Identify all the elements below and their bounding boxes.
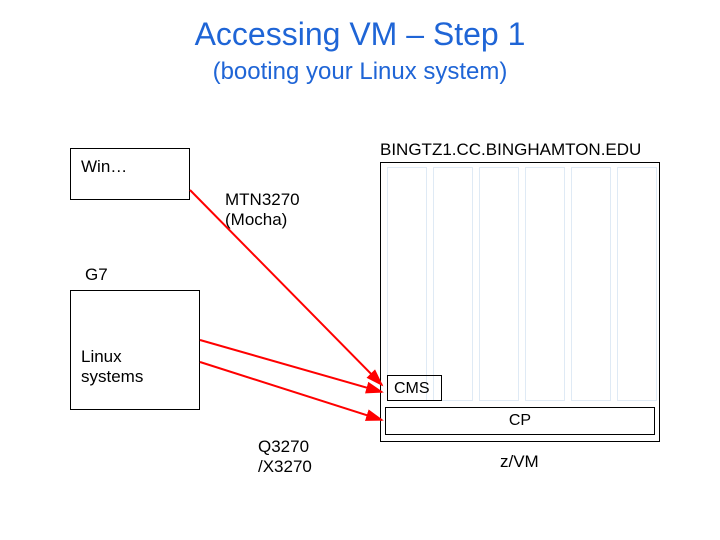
zvm-column [479, 167, 519, 401]
box-windows: Win… [70, 148, 190, 200]
zvm-column [433, 167, 473, 401]
box-linux-systems: Linux systems [70, 290, 200, 410]
bar-cp: CP [385, 407, 655, 435]
box-cms: CMS [387, 375, 442, 401]
arrow-linux-to-cms [200, 340, 382, 392]
slide-subtitle: (booting your Linux system) [0, 58, 720, 86]
bar-cp-label: CP [509, 412, 531, 429]
label-mtn3270: MTN3270 (Mocha) [225, 190, 300, 231]
zvm-column [525, 167, 565, 401]
box-cms-label: CMS [394, 380, 430, 397]
box-windows-label: Win… [81, 157, 127, 176]
label-host: BINGTZ1.CC.BINGHAMTON.EDU [380, 140, 641, 160]
zvm-column [617, 167, 657, 401]
label-q3270: Q3270 /X3270 [258, 437, 312, 478]
zvm-frame: CMS CP [380, 162, 660, 442]
label-zvm: z/VM [500, 452, 539, 472]
arrow-linux-to-cp [200, 362, 382, 420]
zvm-column [387, 167, 427, 401]
label-g7: G7 [85, 265, 108, 285]
slide-title: Accessing VM – Step 1 [0, 16, 720, 53]
zvm-column [571, 167, 611, 401]
box-linux-systems-label: Linux systems [81, 347, 143, 386]
